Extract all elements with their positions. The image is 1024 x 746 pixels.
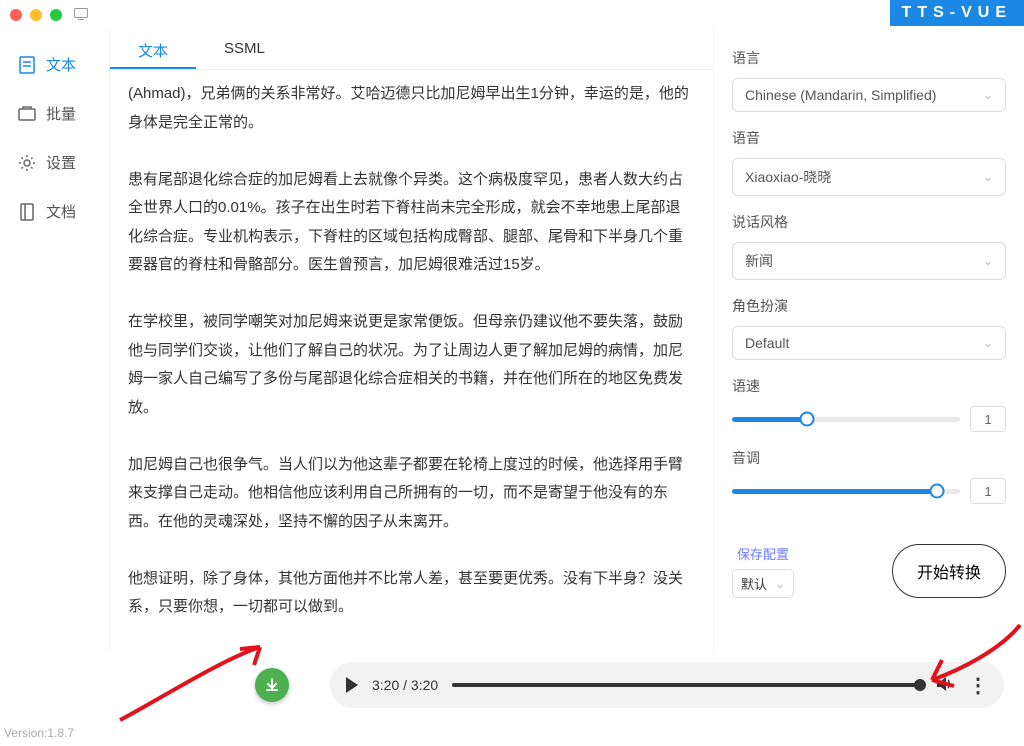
role-value: Default [745, 335, 789, 351]
brand-logo: TTS-VUE [890, 0, 1024, 26]
sidebar-item-docs[interactable]: 文档 [0, 187, 109, 236]
chevron-down-icon: ⌄ [983, 254, 993, 268]
sidebar-item-settings[interactable]: 设置 [0, 138, 109, 187]
minimize-window-button[interactable] [30, 9, 42, 21]
chevron-down-icon: ⌄ [775, 577, 785, 591]
monitor-icon [74, 8, 88, 23]
settings-panel: 语言 Chinese (Mandarin, Simplified) ⌄ 语音 X… [714, 30, 1024, 650]
pitch-slider-thumb[interactable] [930, 484, 945, 499]
volume-icon[interactable] [934, 674, 954, 697]
center-panel: 文本 SSML (Ahmad)，兄弟俩的关系非常好。艾哈迈德只比加尼姆早出生1分… [110, 30, 714, 650]
pitch-slider[interactable] [732, 489, 960, 494]
speed-label: 语速 [732, 376, 1006, 396]
download-button[interactable] [255, 668, 289, 702]
more-options-button[interactable]: ⋮ [968, 673, 988, 698]
chevron-down-icon: ⌄ [983, 336, 993, 350]
save-config-link[interactable]: 保存配置 [737, 544, 789, 563]
batch-icon [18, 105, 36, 123]
pitch-label: 音调 [732, 448, 1006, 468]
style-select[interactable]: 新闻 ⌄ [732, 242, 1006, 280]
sidebar-item-label: 文本 [46, 54, 76, 75]
voice-label: 语音 [732, 128, 1006, 148]
voice-select[interactable]: Xiaoxiao-晓晓 ⌄ [732, 158, 1006, 196]
sidebar-item-batch[interactable]: 批量 [0, 89, 109, 138]
chevron-down-icon: ⌄ [983, 170, 993, 184]
version-label: Version:1.8.7 [4, 726, 74, 740]
speed-value[interactable]: 1 [970, 406, 1006, 432]
style-value: 新闻 [745, 251, 773, 271]
progress-bar[interactable] [452, 683, 920, 687]
preset-select[interactable]: 默认 ⌄ [732, 569, 794, 598]
close-window-button[interactable] [10, 9, 22, 21]
gear-icon [18, 154, 36, 172]
tab-text[interactable]: 文本 [110, 30, 196, 69]
book-icon [18, 203, 36, 221]
maximize-window-button[interactable] [50, 9, 62, 21]
language-select[interactable]: Chinese (Mandarin, Simplified) ⌄ [732, 78, 1006, 112]
style-label: 说话风格 [732, 212, 1006, 232]
window-controls [10, 9, 62, 21]
player-bar: 3:20 / 3:20 ⋮ [0, 650, 1024, 720]
chevron-down-icon: ⌄ [983, 88, 993, 102]
sidebar-item-text[interactable]: 文本 [0, 40, 109, 89]
sidebar-item-label: 设置 [46, 152, 76, 173]
sidebar-item-label: 批量 [46, 103, 76, 124]
text-content[interactable]: (Ahmad)，兄弟俩的关系非常好。艾哈迈德只比加尼姆早出生1分钟，幸运的是，他… [110, 70, 713, 650]
convert-button[interactable]: 开始转换 [892, 544, 1006, 598]
role-label: 角色扮演 [732, 296, 1006, 316]
app-main: 文本 批量 设置 文档 Version:1.8.7 文本 SSML (Ahm [0, 30, 1024, 650]
speed-slider[interactable] [732, 417, 960, 422]
language-value: Chinese (Mandarin, Simplified) [745, 87, 936, 103]
language-label: 语言 [732, 48, 1006, 68]
titlebar: TTS-VUE [0, 0, 1024, 30]
sidebar: 文本 批量 设置 文档 Version:1.8.7 [0, 30, 110, 650]
sidebar-item-label: 文档 [46, 201, 76, 222]
role-select[interactable]: Default ⌄ [732, 326, 1006, 360]
tab-ssml[interactable]: SSML [196, 30, 293, 69]
document-icon [18, 56, 36, 74]
voice-value: Xiaoxiao-晓晓 [745, 167, 831, 187]
speed-slider-thumb[interactable] [800, 412, 815, 427]
play-button[interactable] [346, 677, 358, 693]
player-time: 3:20 / 3:20 [372, 677, 438, 693]
pitch-value[interactable]: 1 [970, 478, 1006, 504]
audio-player: 3:20 / 3:20 ⋮ [330, 662, 1004, 708]
preset-value: 默认 [741, 574, 767, 593]
editor-tabs: 文本 SSML [110, 30, 713, 70]
